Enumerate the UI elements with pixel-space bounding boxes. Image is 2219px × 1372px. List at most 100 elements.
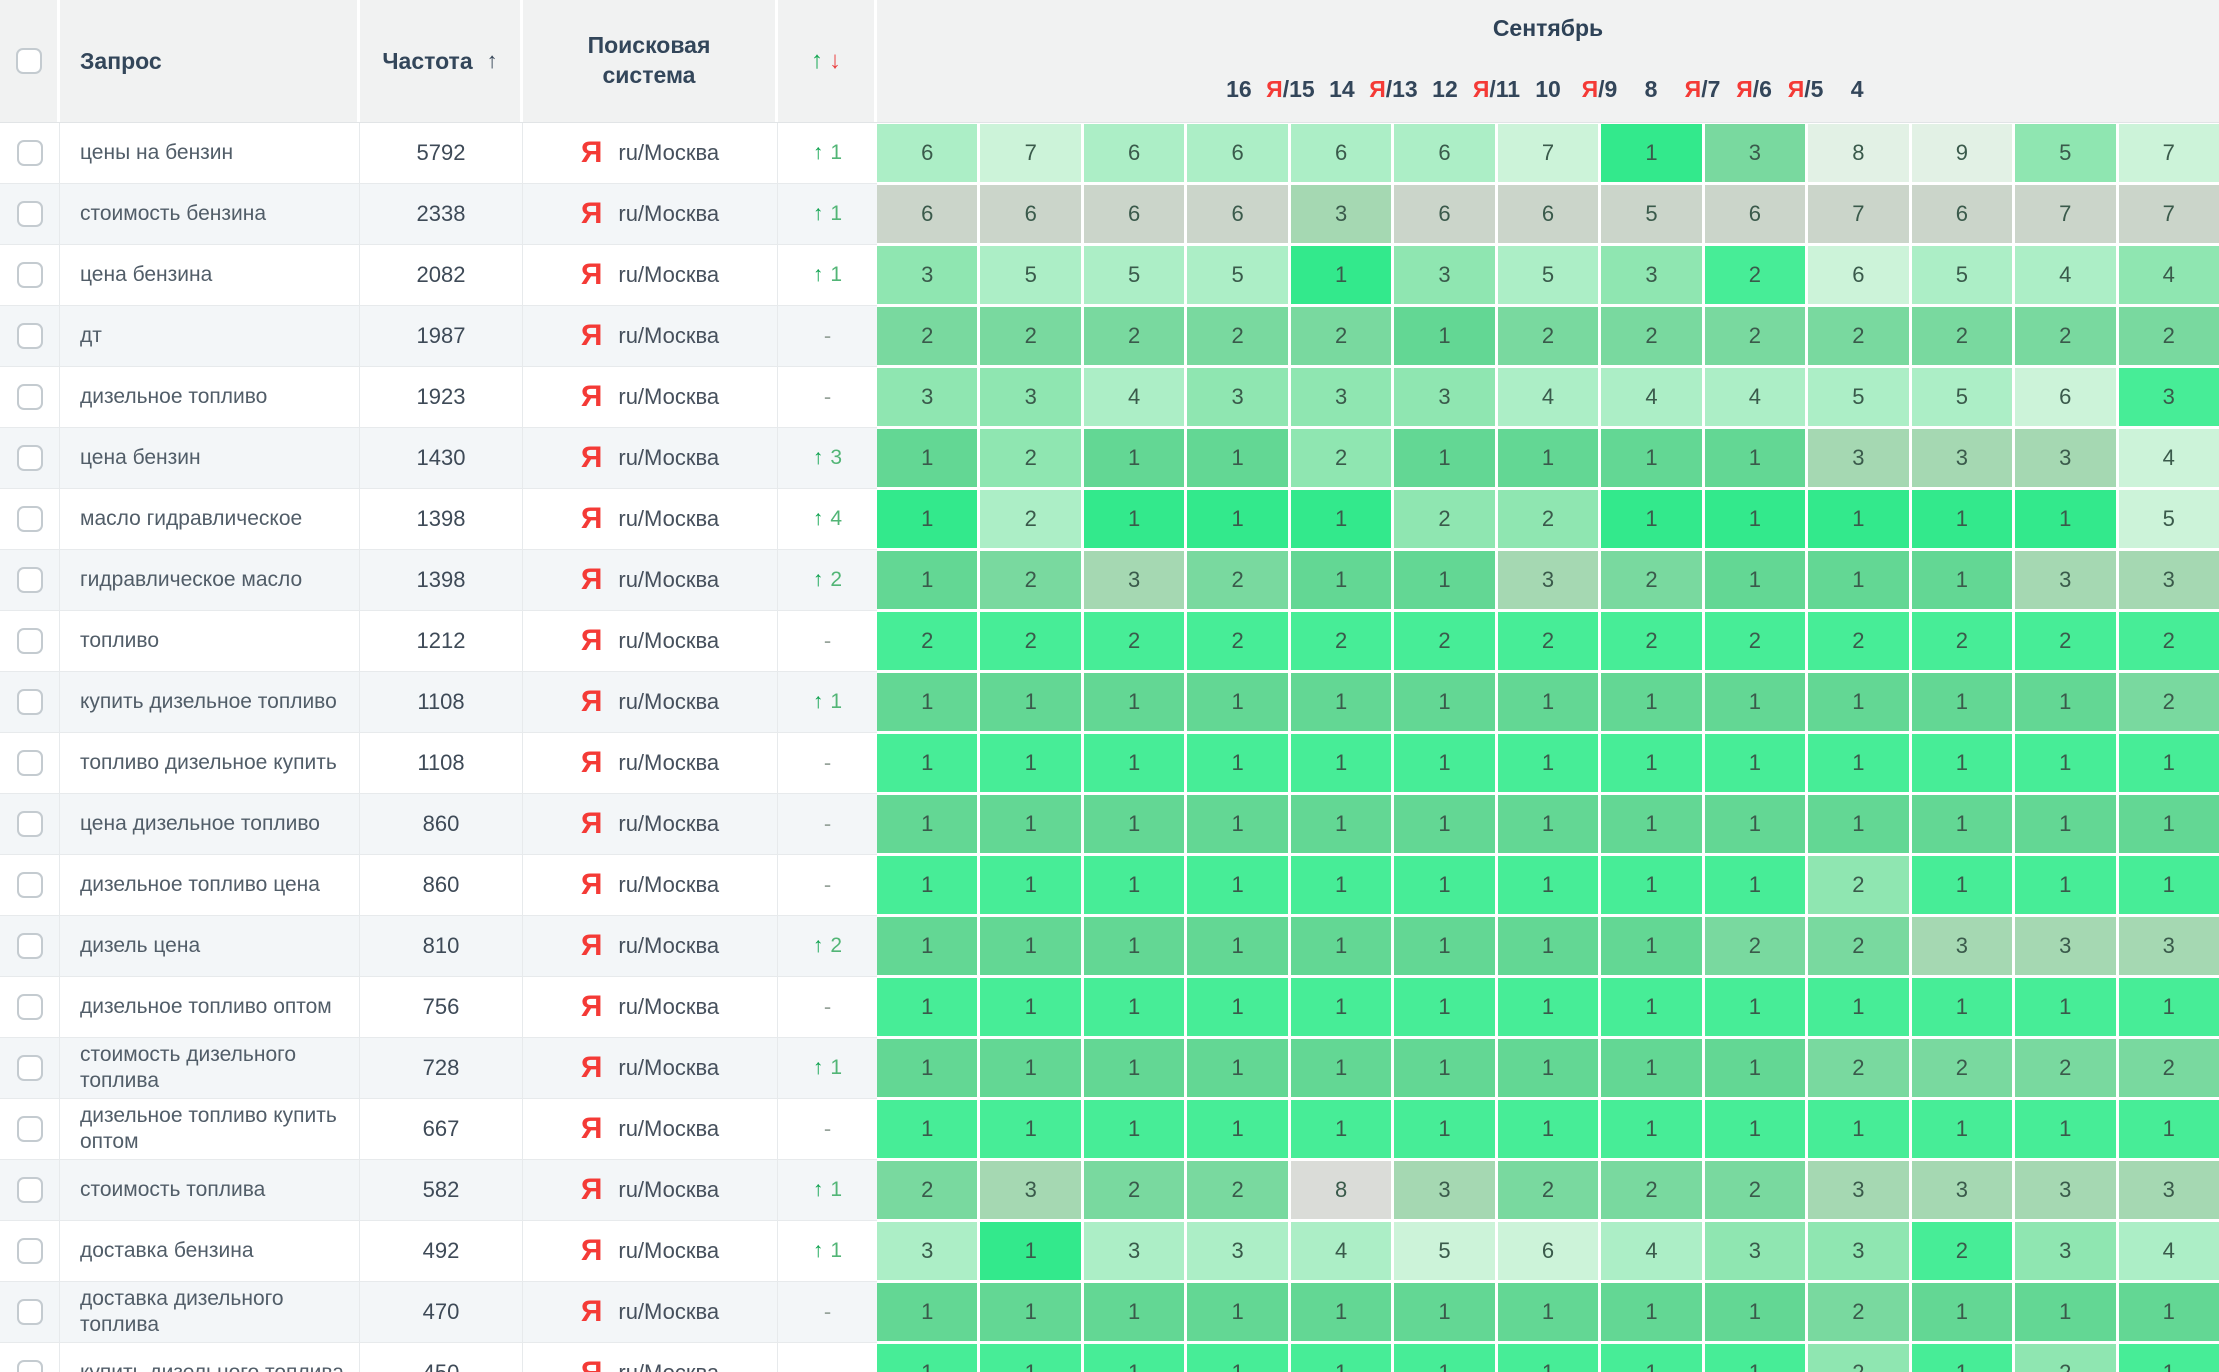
position-cell[interactable]: 1 <box>877 551 977 609</box>
position-cell[interactable]: 2 <box>2015 612 2115 670</box>
position-cell[interactable]: 1 <box>2119 1344 2219 1372</box>
position-cell[interactable]: 1 <box>1187 917 1287 975</box>
position-cell[interactable]: 6 <box>1291 124 1391 182</box>
position-cell[interactable]: 1 <box>1912 734 2012 792</box>
position-cell[interactable]: 1 <box>1394 1039 1494 1097</box>
position-cell[interactable]: 1 <box>2119 1283 2219 1341</box>
position-cell[interactable]: 3 <box>1291 185 1391 243</box>
position-cell[interactable]: 2 <box>980 612 1080 670</box>
position-cell[interactable]: 1 <box>1601 917 1701 975</box>
row-checkbox[interactable] <box>17 994 43 1020</box>
position-cell[interactable]: 2 <box>2119 307 2219 365</box>
position-cell[interactable]: 4 <box>2119 246 2219 304</box>
column-header-query[interactable]: Запрос <box>60 0 360 122</box>
position-cell[interactable]: 6 <box>1084 185 1184 243</box>
query-cell[interactable]: цена дизельное топливо <box>60 794 360 854</box>
query-cell[interactable]: топливо <box>60 611 360 671</box>
position-cell[interactable]: 3 <box>980 1161 1080 1219</box>
position-cell[interactable]: 2 <box>1394 490 1494 548</box>
position-cell[interactable]: 3 <box>980 368 1080 426</box>
date-column-header[interactable]: 12 <box>1421 58 1470 122</box>
position-cell[interactable]: 1 <box>1084 978 1184 1036</box>
position-cell[interactable]: 6 <box>1498 1222 1598 1280</box>
position-cell[interactable]: 1 <box>877 1283 977 1341</box>
select-all-checkbox[interactable] <box>16 48 42 74</box>
position-cell[interactable]: 2 <box>1187 612 1287 670</box>
query-cell[interactable]: дт <box>60 306 360 366</box>
query-cell[interactable]: доставка дизельного топлива <box>60 1282 360 1342</box>
position-cell[interactable]: 3 <box>2015 1222 2115 1280</box>
position-cell[interactable]: 3 <box>2015 1161 2115 1219</box>
position-cell[interactable]: 1 <box>1498 673 1598 731</box>
row-checkbox[interactable] <box>17 201 43 227</box>
position-cell[interactable]: 1 <box>1808 673 1908 731</box>
row-checkbox[interactable] <box>17 384 43 410</box>
query-cell[interactable]: топливо дизельное купить <box>60 733 360 793</box>
position-cell[interactable]: 1 <box>1705 429 1805 487</box>
position-cell[interactable]: 1 <box>1601 124 1701 182</box>
position-cell[interactable]: 1 <box>1601 978 1701 1036</box>
position-cell[interactable]: 2 <box>1601 551 1701 609</box>
position-cell[interactable]: 6 <box>980 185 1080 243</box>
position-cell[interactable]: 1 <box>1705 1344 1805 1372</box>
position-cell[interactable]: 1 <box>980 1100 1080 1158</box>
position-cell[interactable]: 2 <box>1291 307 1391 365</box>
position-cell[interactable]: 1 <box>1291 551 1391 609</box>
position-cell[interactable]: 6 <box>1084 124 1184 182</box>
position-cell[interactable]: 1 <box>1705 673 1805 731</box>
position-cell[interactable]: 1 <box>877 429 977 487</box>
position-cell[interactable]: 2 <box>2119 673 2219 731</box>
position-cell[interactable]: 1 <box>877 917 977 975</box>
position-cell[interactable]: 2 <box>1498 612 1598 670</box>
query-cell[interactable]: дизельное топливо купить оптом <box>60 1099 360 1159</box>
position-cell[interactable]: 1 <box>1808 734 1908 792</box>
position-cell[interactable]: 3 <box>1912 917 2012 975</box>
row-checkbox[interactable] <box>17 140 43 166</box>
position-cell[interactable]: 1 <box>877 1344 977 1372</box>
query-cell[interactable]: цена бензин <box>60 428 360 488</box>
position-cell[interactable]: 1 <box>1187 429 1287 487</box>
date-column-header[interactable]: Я/6 <box>1730 58 1779 122</box>
column-header-frequency[interactable]: Частота ↑ <box>360 0 523 122</box>
position-cell[interactable]: 1 <box>2015 673 2115 731</box>
position-cell[interactable]: 1 <box>1187 673 1287 731</box>
position-cell[interactable]: 1 <box>1187 795 1287 853</box>
position-cell[interactable]: 1 <box>1601 490 1701 548</box>
position-cell[interactable]: 1 <box>1498 1039 1598 1097</box>
position-cell[interactable]: 1 <box>1084 673 1184 731</box>
query-cell[interactable]: стоимость дизельного топлива <box>60 1038 360 1098</box>
position-cell[interactable]: 5 <box>2015 124 2115 182</box>
position-cell[interactable]: 3 <box>1705 124 1805 182</box>
position-cell[interactable]: 1 <box>1705 551 1805 609</box>
position-cell[interactable]: 5 <box>1912 246 2012 304</box>
position-cell[interactable]: 1 <box>1498 429 1598 487</box>
position-cell[interactable]: 1 <box>980 734 1080 792</box>
position-cell[interactable]: 1 <box>1498 856 1598 914</box>
position-cell[interactable]: 3 <box>1394 246 1494 304</box>
position-cell[interactable]: 2 <box>1291 612 1391 670</box>
position-cell[interactable]: 2 <box>980 429 1080 487</box>
query-cell[interactable]: купить дизельного топлива <box>60 1343 360 1372</box>
position-cell[interactable]: 1 <box>2119 978 2219 1036</box>
position-cell[interactable]: 2 <box>1912 612 2012 670</box>
position-cell[interactable]: 2 <box>1705 1161 1805 1219</box>
row-checkbox[interactable] <box>17 1177 43 1203</box>
position-cell[interactable]: 4 <box>1084 368 1184 426</box>
position-cell[interactable]: 1 <box>1394 1100 1494 1158</box>
position-cell[interactable]: 1 <box>980 673 1080 731</box>
position-cell[interactable]: 6 <box>2015 368 2115 426</box>
row-checkbox[interactable] <box>17 1299 43 1325</box>
position-cell[interactable]: 3 <box>877 1222 977 1280</box>
date-column-header[interactable]: 4 <box>1833 58 1882 122</box>
position-cell[interactable]: 5 <box>1394 1222 1494 1280</box>
position-cell[interactable]: 3 <box>1084 1222 1184 1280</box>
position-cell[interactable]: 2 <box>877 307 977 365</box>
position-cell[interactable]: 1 <box>1912 978 2012 1036</box>
date-column-header[interactable]: Я/11 <box>1472 58 1521 122</box>
position-cell[interactable]: 1 <box>1187 1283 1287 1341</box>
position-cell[interactable]: 2 <box>1912 307 2012 365</box>
position-cell[interactable]: 2 <box>980 307 1080 365</box>
position-cell[interactable]: 1 <box>1291 1100 1391 1158</box>
position-cell[interactable]: 1 <box>1291 795 1391 853</box>
position-cell[interactable]: 2 <box>1705 917 1805 975</box>
